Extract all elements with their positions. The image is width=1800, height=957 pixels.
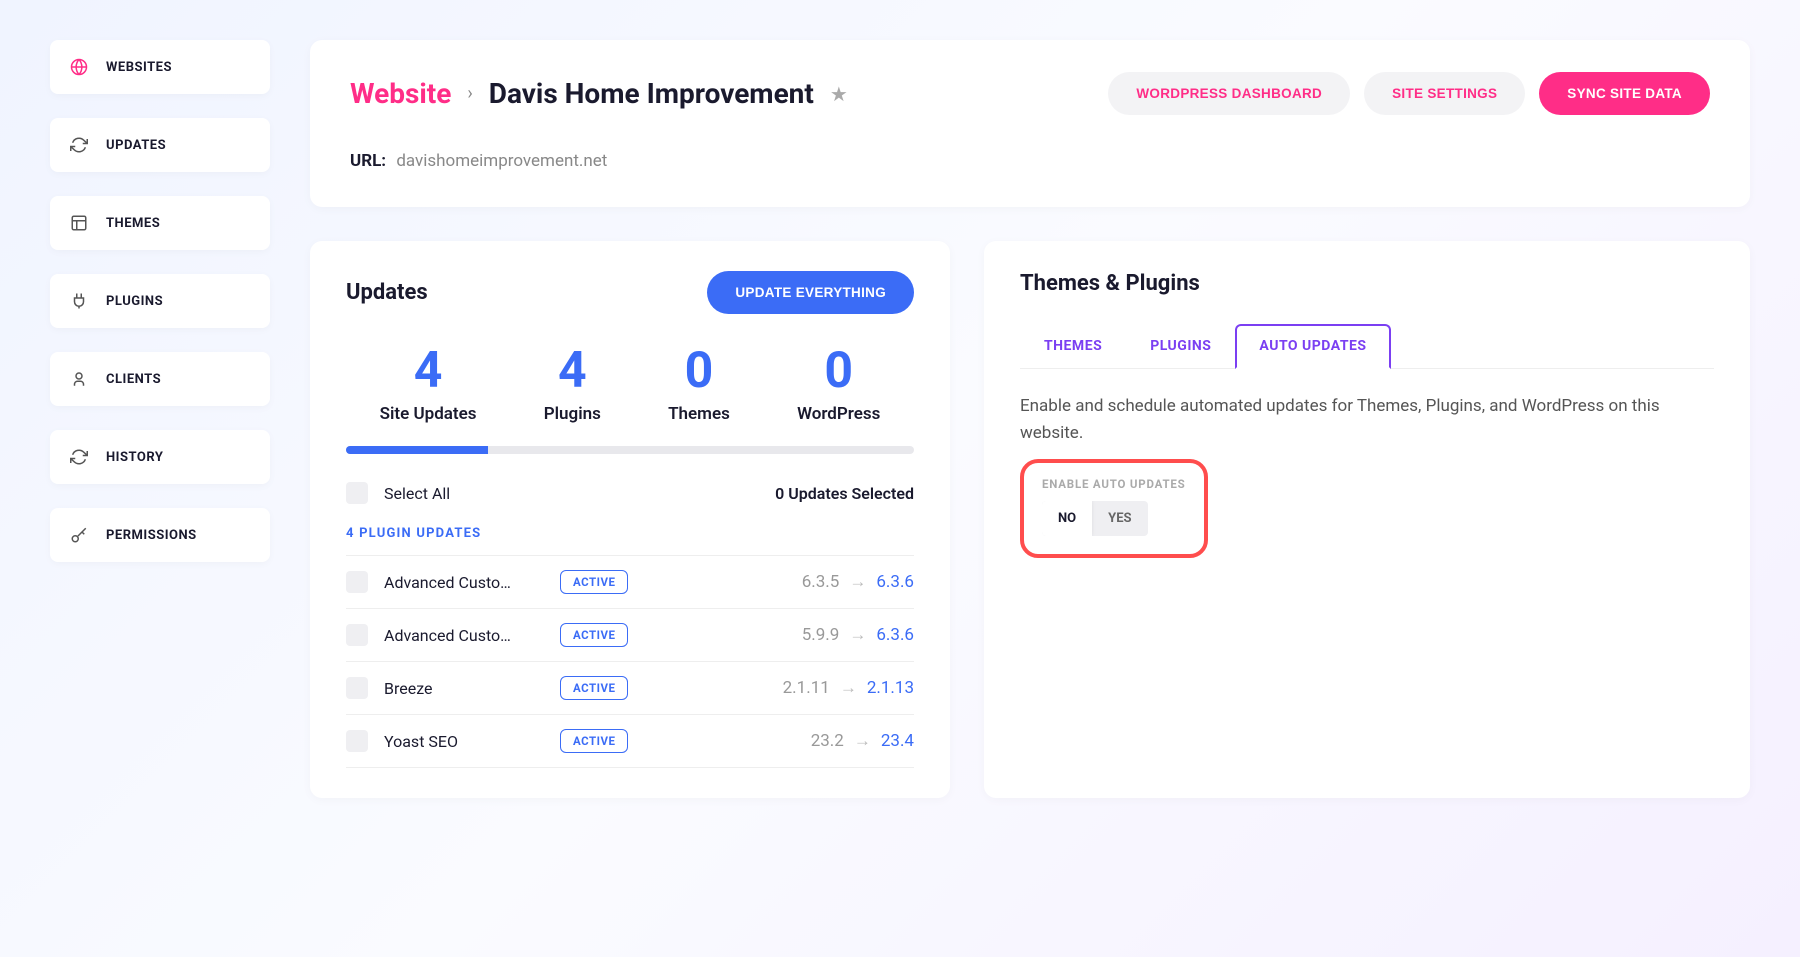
chevron-right-icon: ›: [467, 83, 472, 104]
sidebar-item-label: UPDATES: [106, 138, 166, 153]
user-icon: [70, 370, 88, 388]
update-everything-button[interactable]: UPDATE EVERYTHING: [707, 271, 914, 314]
tab-themes[interactable]: THEMES: [1020, 324, 1126, 368]
version-new: 23.4: [881, 731, 914, 751]
globe-icon: [70, 58, 88, 76]
tab-auto-updates[interactable]: AUTO UPDATES: [1235, 324, 1390, 369]
version-old: 5.9.9: [802, 625, 840, 645]
updates-panel: Updates UPDATE EVERYTHING 4 Site Updates…: [310, 241, 950, 798]
row-checkbox[interactable]: [346, 624, 368, 646]
plugin-name: Advanced Custo…: [384, 573, 544, 592]
sidebar-item-label: PERMISSIONS: [106, 528, 197, 543]
star-icon[interactable]: ★: [830, 82, 848, 106]
select-all-label[interactable]: Select All: [384, 484, 450, 503]
progress-fill: [346, 446, 488, 454]
update-row: Yoast SEO ACTIVE 23.2 → 23.4: [346, 715, 914, 768]
stat-plugins: 4 Plugins: [544, 342, 601, 424]
version-old: 23.2: [811, 731, 844, 751]
tab-plugins[interactable]: PLUGINS: [1126, 324, 1235, 368]
auto-updates-toggle: NO YES: [1042, 501, 1148, 536]
plug-icon: [70, 292, 88, 310]
status-badge: ACTIVE: [560, 676, 628, 700]
sidebar-item-plugins[interactable]: PLUGINS: [50, 274, 270, 328]
row-checkbox[interactable]: [346, 677, 368, 699]
sidebar-item-permissions[interactable]: PERMISSIONS: [50, 508, 270, 562]
toggle-no[interactable]: NO: [1042, 501, 1092, 536]
url-row: URL: davishomeimprovement.net: [350, 151, 1710, 171]
url-label: URL:: [350, 151, 386, 171]
refresh-icon: [70, 448, 88, 466]
stat-wordpress: 0 WordPress: [797, 342, 880, 424]
version-new: 2.1.13: [867, 678, 914, 698]
row-checkbox[interactable]: [346, 571, 368, 593]
refresh-icon: [70, 136, 88, 154]
sidebar-item-label: WEBSITES: [106, 60, 172, 75]
key-icon: [70, 526, 88, 544]
plugin-name: Breeze: [384, 679, 544, 698]
update-row: Breeze ACTIVE 2.1.11 → 2.1.13: [346, 662, 914, 715]
site-settings-button[interactable]: SITE SETTINGS: [1364, 72, 1525, 115]
sidebar-item-label: THEMES: [106, 216, 160, 231]
breadcrumb-link[interactable]: Website: [350, 77, 451, 110]
toggle-yes[interactable]: YES: [1092, 501, 1147, 536]
arrow-right-icon: →: [849, 625, 866, 645]
status-badge: ACTIVE: [560, 623, 628, 647]
stats-row: 4 Site Updates 4 Plugins 0 Themes 0 Word…: [346, 342, 914, 424]
sidebar-item-label: CLIENTS: [106, 372, 161, 387]
url-value: davishomeimprovement.net: [396, 151, 607, 171]
sidebar-item-history[interactable]: HISTORY: [50, 430, 270, 484]
sidebar-item-clients[interactable]: CLIENTS: [50, 352, 270, 406]
sidebar-item-websites[interactable]: WEBSITES: [50, 40, 270, 94]
arrow-right-icon: →: [840, 678, 857, 698]
row-checkbox[interactable]: [346, 730, 368, 752]
arrow-right-icon: →: [849, 572, 866, 592]
version-old: 6.3.5: [802, 572, 840, 592]
breadcrumb: Website › Davis Home Improvement ★: [350, 77, 848, 110]
stat-themes: 0 Themes: [668, 342, 730, 424]
progress-bar: [346, 446, 914, 454]
version-new: 6.3.6: [876, 625, 914, 645]
plugin-name: Yoast SEO: [384, 732, 544, 751]
updates-title: Updates: [346, 280, 428, 305]
header-card: Website › Davis Home Improvement ★ WORDP…: [310, 40, 1750, 207]
header-actions: WORDPRESS DASHBOARD SITE SETTINGS SYNC S…: [1108, 72, 1710, 115]
toggle-label: ENABLE AUTO UPDATES: [1042, 477, 1186, 491]
selected-count: 0 Updates Selected: [775, 484, 914, 503]
update-list: Advanced Custo… ACTIVE 6.3.5 → 6.3.6 Adv…: [346, 555, 914, 768]
status-badge: ACTIVE: [560, 729, 628, 753]
sidebar-item-label: HISTORY: [106, 450, 163, 465]
stat-site-updates: 4 Site Updates: [380, 342, 477, 424]
sidebar: WEBSITES UPDATES THEMES PLUGINS CLIENTS: [50, 40, 270, 798]
status-badge: ACTIVE: [560, 570, 628, 594]
themes-plugins-title: Themes & Plugins: [1020, 271, 1714, 296]
update-row: Advanced Custo… ACTIVE 5.9.9 → 6.3.6: [346, 609, 914, 662]
tab-description: Enable and schedule automated updates fo…: [1020, 393, 1714, 447]
layout-icon: [70, 214, 88, 232]
tabs: THEMES PLUGINS AUTO UPDATES: [1020, 324, 1714, 369]
sidebar-item-label: PLUGINS: [106, 294, 163, 309]
sync-site-data-button[interactable]: SYNC SITE DATA: [1539, 72, 1710, 115]
update-row: Advanced Custo… ACTIVE 6.3.5 → 6.3.6: [346, 556, 914, 609]
select-all-checkbox[interactable]: [346, 482, 368, 504]
wordpress-dashboard-button[interactable]: WORDPRESS DASHBOARD: [1108, 72, 1350, 115]
version-new: 6.3.6: [876, 572, 914, 592]
arrow-right-icon: →: [854, 731, 871, 751]
version-old: 2.1.11: [783, 678, 830, 698]
sidebar-item-themes[interactable]: THEMES: [50, 196, 270, 250]
highlight-annotation: ENABLE AUTO UPDATES NO YES: [1020, 459, 1208, 558]
plugin-updates-label: 4 PLUGIN UPDATES: [346, 526, 914, 541]
themes-plugins-panel: Themes & Plugins THEMES PLUGINS AUTO UPD…: [984, 241, 1750, 798]
plugin-name: Advanced Custo…: [384, 626, 544, 645]
sidebar-item-updates[interactable]: UPDATES: [50, 118, 270, 172]
page-title: Davis Home Improvement: [489, 77, 814, 110]
